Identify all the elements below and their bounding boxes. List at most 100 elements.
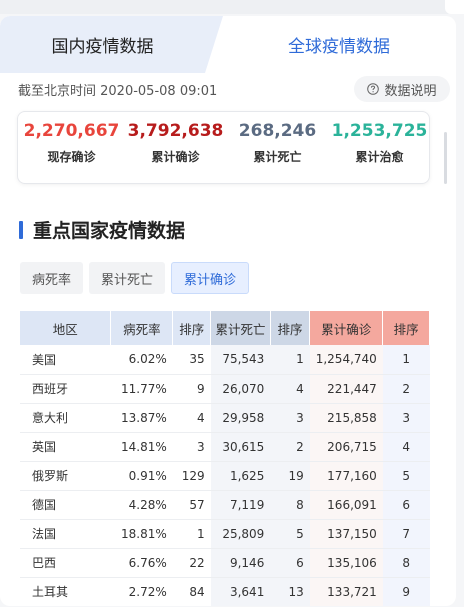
total-confirmed-cell: 137,150 — [309, 519, 383, 549]
col-header-fatality-rate[interactable]: 病死率 — [110, 311, 174, 345]
rank-fatality-cell: 84 — [172, 577, 211, 606]
region-cell: 美国 — [20, 345, 111, 375]
data-info-label: 数据说明 — [384, 83, 437, 99]
data-info-button[interactable]: 数据说明 — [354, 76, 450, 102]
total-confirmed-cell: 1,254,740 — [309, 345, 383, 375]
stat-value: 268,246 — [238, 121, 317, 141]
fatality-rate-cell: 6.76% — [110, 548, 173, 578]
total-confirmed-cell: 133,721 — [309, 577, 383, 606]
fatality-rate-cell: 18.81% — [110, 519, 173, 549]
total-confirmed-cell: 206,715 — [309, 432, 383, 462]
region-cell: 德国 — [20, 490, 111, 520]
stat-current-confirmed: 2,270,667 现存确诊 — [20, 120, 123, 165]
rank-fatality-cell: 22 — [172, 548, 211, 578]
table-body: 美国 6.02% 35 75,543 1 1,254,740 1 西班牙 11.77% 9 26,0… — [20, 345, 430, 606]
rank-fatality-cell: 1 — [172, 519, 211, 549]
fatality-rate-cell: 11.77% — [110, 374, 173, 404]
stat-label: 累计死亡 — [253, 150, 302, 164]
region-cell: 英国 — [20, 432, 111, 462]
total-confirmed-cell: 221,447 — [309, 374, 383, 404]
scroll-indicator[interactable] — [444, 132, 447, 184]
epidemic-card: 国内疫情数据 全球疫情数据 截至北京时间 2020-05-08 09:01 数据… — [0, 16, 456, 606]
region-cell: 意大利 — [20, 403, 111, 433]
stats-summary: 2,270,667 现存确诊 3,792,638 累计确诊 268,246 累计… — [17, 111, 430, 184]
rank-confirmed-cell: 3 — [382, 403, 430, 433]
sort-tab-total-confirmed[interactable]: 累计确诊 — [171, 262, 250, 294]
table-row[interactable]: 西班牙 11.77% 9 26,070 4 221,447 2 — [20, 374, 430, 404]
rank-deaths-cell: 8 — [270, 490, 310, 520]
col-header-rank-deaths: 排序 — [270, 311, 311, 345]
table-row[interactable]: 俄罗斯 0.91% 129 1,625 19 177,160 5 — [20, 461, 430, 491]
total-deaths-cell: 75,543 — [210, 345, 271, 375]
total-confirmed-cell: 215,858 — [309, 403, 383, 433]
table-row[interactable]: 法国 18.81% 1 25,809 5 137,150 7 — [20, 519, 430, 549]
region-cell: 巴西 — [20, 548, 111, 578]
top-strip — [0, 0, 464, 14]
col-header-total-deaths[interactable]: 累计死亡 — [210, 311, 271, 345]
table-row[interactable]: 土耳其 2.72% 84 3,641 13 133,721 9 — [20, 577, 430, 606]
total-deaths-cell: 26,070 — [210, 374, 271, 404]
rank-deaths-cell: 13 — [270, 577, 310, 606]
total-deaths-cell: 25,809 — [210, 519, 271, 549]
rank-deaths-cell: 5 — [270, 519, 310, 549]
region-cell: 俄罗斯 — [20, 461, 111, 491]
region-cell: 西班牙 — [20, 374, 111, 404]
stat-total-deaths: 268,246 累计死亡 — [226, 120, 329, 165]
rank-confirmed-cell: 7 — [382, 519, 430, 549]
table-row[interactable]: 意大利 13.87% 4 29,958 3 215,858 3 — [20, 403, 430, 433]
rank-fatality-cell: 4 — [172, 403, 211, 433]
rank-deaths-cell: 6 — [270, 548, 310, 578]
tab-domestic[interactable]: 国内疫情数据 — [0, 16, 223, 73]
fatality-rate-cell: 14.81% — [110, 432, 173, 462]
region-cell: 土耳其 — [20, 577, 111, 606]
update-time: 截至北京时间 2020-05-08 09:01 — [18, 84, 218, 99]
total-deaths-cell: 1,625 — [210, 461, 271, 491]
col-header-total-confirmed[interactable]: 累计确诊 — [309, 311, 384, 345]
fatality-rate-cell: 4.28% — [110, 490, 173, 520]
col-header-rank-fatality: 排序 — [172, 311, 212, 345]
stat-value: 2,270,667 — [23, 121, 120, 141]
fatality-rate-cell: 6.02% — [110, 345, 173, 375]
sort-tabs: 病死率 累计死亡 累计确诊 — [20, 262, 250, 296]
rank-confirmed-cell: 5 — [382, 461, 430, 491]
rank-fatality-cell: 3 — [172, 432, 211, 462]
rank-fatality-cell: 9 — [172, 374, 211, 404]
adjacent-card-edge — [445, 0, 464, 14]
sort-tab-fatality-rate[interactable]: 病死率 — [20, 262, 84, 294]
rank-fatality-cell: 35 — [172, 345, 211, 375]
table-header-row: 地区 病死率 排序 累计死亡 排序 累计确诊 排序 — [20, 311, 430, 345]
section-title-bar — [19, 220, 23, 239]
stat-total-recovered: 1,253,725 累计治愈 — [328, 120, 431, 165]
rank-confirmed-cell: 8 — [382, 548, 430, 578]
rank-confirmed-cell: 1 — [382, 345, 430, 375]
table-row[interactable]: 德国 4.28% 57 7,119 8 166,091 6 — [20, 490, 430, 520]
stat-value: 3,792,638 — [127, 121, 224, 141]
tab-global[interactable]: 全球疫情数据 — [222, 16, 456, 73]
table-row[interactable]: 巴西 6.76% 22 9,146 6 135,106 8 — [20, 548, 430, 578]
region-tabs: 国内疫情数据 全球疫情数据 — [0, 16, 456, 73]
rank-deaths-cell: 19 — [270, 461, 310, 491]
section-title: 重点国家疫情数据 — [19, 216, 185, 243]
region-cell: 法国 — [20, 519, 111, 549]
rank-deaths-cell: 3 — [270, 403, 310, 433]
rank-confirmed-cell: 4 — [382, 432, 430, 462]
section-title-text: 重点国家疫情数据 — [33, 220, 186, 242]
table-row[interactable]: 英国 14.81% 3 30,615 2 206,715 4 — [20, 432, 430, 462]
col-header-rank-confirmed: 排序 — [382, 311, 430, 345]
rank-deaths-cell: 2 — [270, 432, 310, 462]
total-deaths-cell: 7,119 — [210, 490, 271, 520]
table-row[interactable]: 美国 6.02% 35 75,543 1 1,254,740 1 — [20, 345, 430, 375]
total-deaths-cell: 3,641 — [210, 577, 271, 606]
rank-fatality-cell: 57 — [172, 490, 211, 520]
total-confirmed-cell: 166,091 — [309, 490, 383, 520]
stat-label: 累计治愈 — [355, 150, 404, 164]
fatality-rate-cell: 2.72% — [110, 577, 173, 606]
rank-deaths-cell: 1 — [270, 345, 310, 375]
col-header-region: 地区 — [20, 311, 112, 345]
total-deaths-cell: 9,146 — [210, 548, 271, 578]
sort-tab-total-deaths[interactable]: 累计死亡 — [89, 262, 166, 294]
fatality-rate-cell: 13.87% — [110, 403, 173, 433]
total-confirmed-cell: 135,106 — [309, 548, 383, 578]
stat-label: 现存确诊 — [47, 150, 96, 164]
rank-deaths-cell: 4 — [270, 374, 310, 404]
